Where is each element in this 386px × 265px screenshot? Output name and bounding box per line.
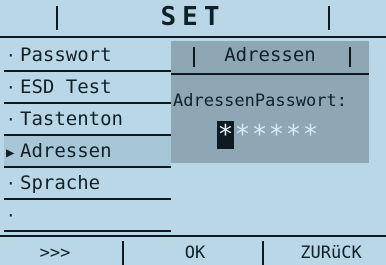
softkey-divider-left: [122, 241, 124, 265]
bullet-icon: ·: [6, 46, 16, 65]
softkey-divider-right: [262, 241, 264, 265]
password-char: *: [234, 120, 251, 150]
menu-item-label: Sprache: [20, 172, 101, 194]
back-softkey[interactable]: ZURüCK: [285, 243, 377, 263]
address-panel: Adressen AdressenPasswort: ******: [171, 41, 369, 163]
password-char: *: [302, 120, 319, 150]
address-password-input[interactable]: ******: [217, 121, 319, 149]
bullet-icon: ·: [6, 174, 16, 193]
settings-menu: · Passwort · ESD Test · Tastenton ▶ Adressen…: [4, 40, 171, 232]
menu-item-esd-test[interactable]: · ESD Test: [4, 72, 171, 104]
password-char: *: [268, 120, 285, 150]
ok-softkey[interactable]: OK: [170, 243, 220, 263]
menu-item-label: ESD Test: [20, 76, 112, 98]
menu-item-tastenton[interactable]: · Tastenton: [4, 104, 171, 136]
password-char: *: [285, 120, 302, 150]
menu-item-sprache[interactable]: · Sprache: [4, 168, 171, 200]
menu-item-passwort[interactable]: · Passwort: [4, 40, 171, 72]
menu-item-empty[interactable]: ·: [4, 200, 171, 232]
bullet-icon: ·: [6, 206, 16, 225]
menu-item-adressen[interactable]: ▶ Adressen: [4, 136, 171, 168]
panel-header-divider-right: [349, 47, 351, 67]
menu-item-label: Passwort: [20, 44, 112, 66]
menu-item-label: Adressen: [20, 140, 112, 162]
softkey-bar: >>> OK ZURüCK: [0, 235, 386, 265]
password-field-label: AdressenPasswort:: [173, 91, 347, 111]
bullet-icon: ·: [6, 78, 16, 97]
title-bar: SET: [0, 0, 386, 38]
next-softkey[interactable]: >>>: [20, 243, 90, 263]
panel-title: Adressen: [224, 44, 316, 66]
title-divider-right: [328, 6, 330, 30]
password-char-cursor: *: [217, 120, 234, 150]
selection-arrow-icon: ▶: [6, 145, 15, 161]
panel-header: Adressen: [171, 41, 369, 75]
menu-item-label: Tastenton: [20, 108, 123, 130]
lcd-screen: SET · Passwort · ESD Test · Tastenton ▶ Adre…: [0, 0, 386, 265]
password-char: *: [251, 120, 268, 150]
bullet-icon: ·: [6, 110, 16, 129]
